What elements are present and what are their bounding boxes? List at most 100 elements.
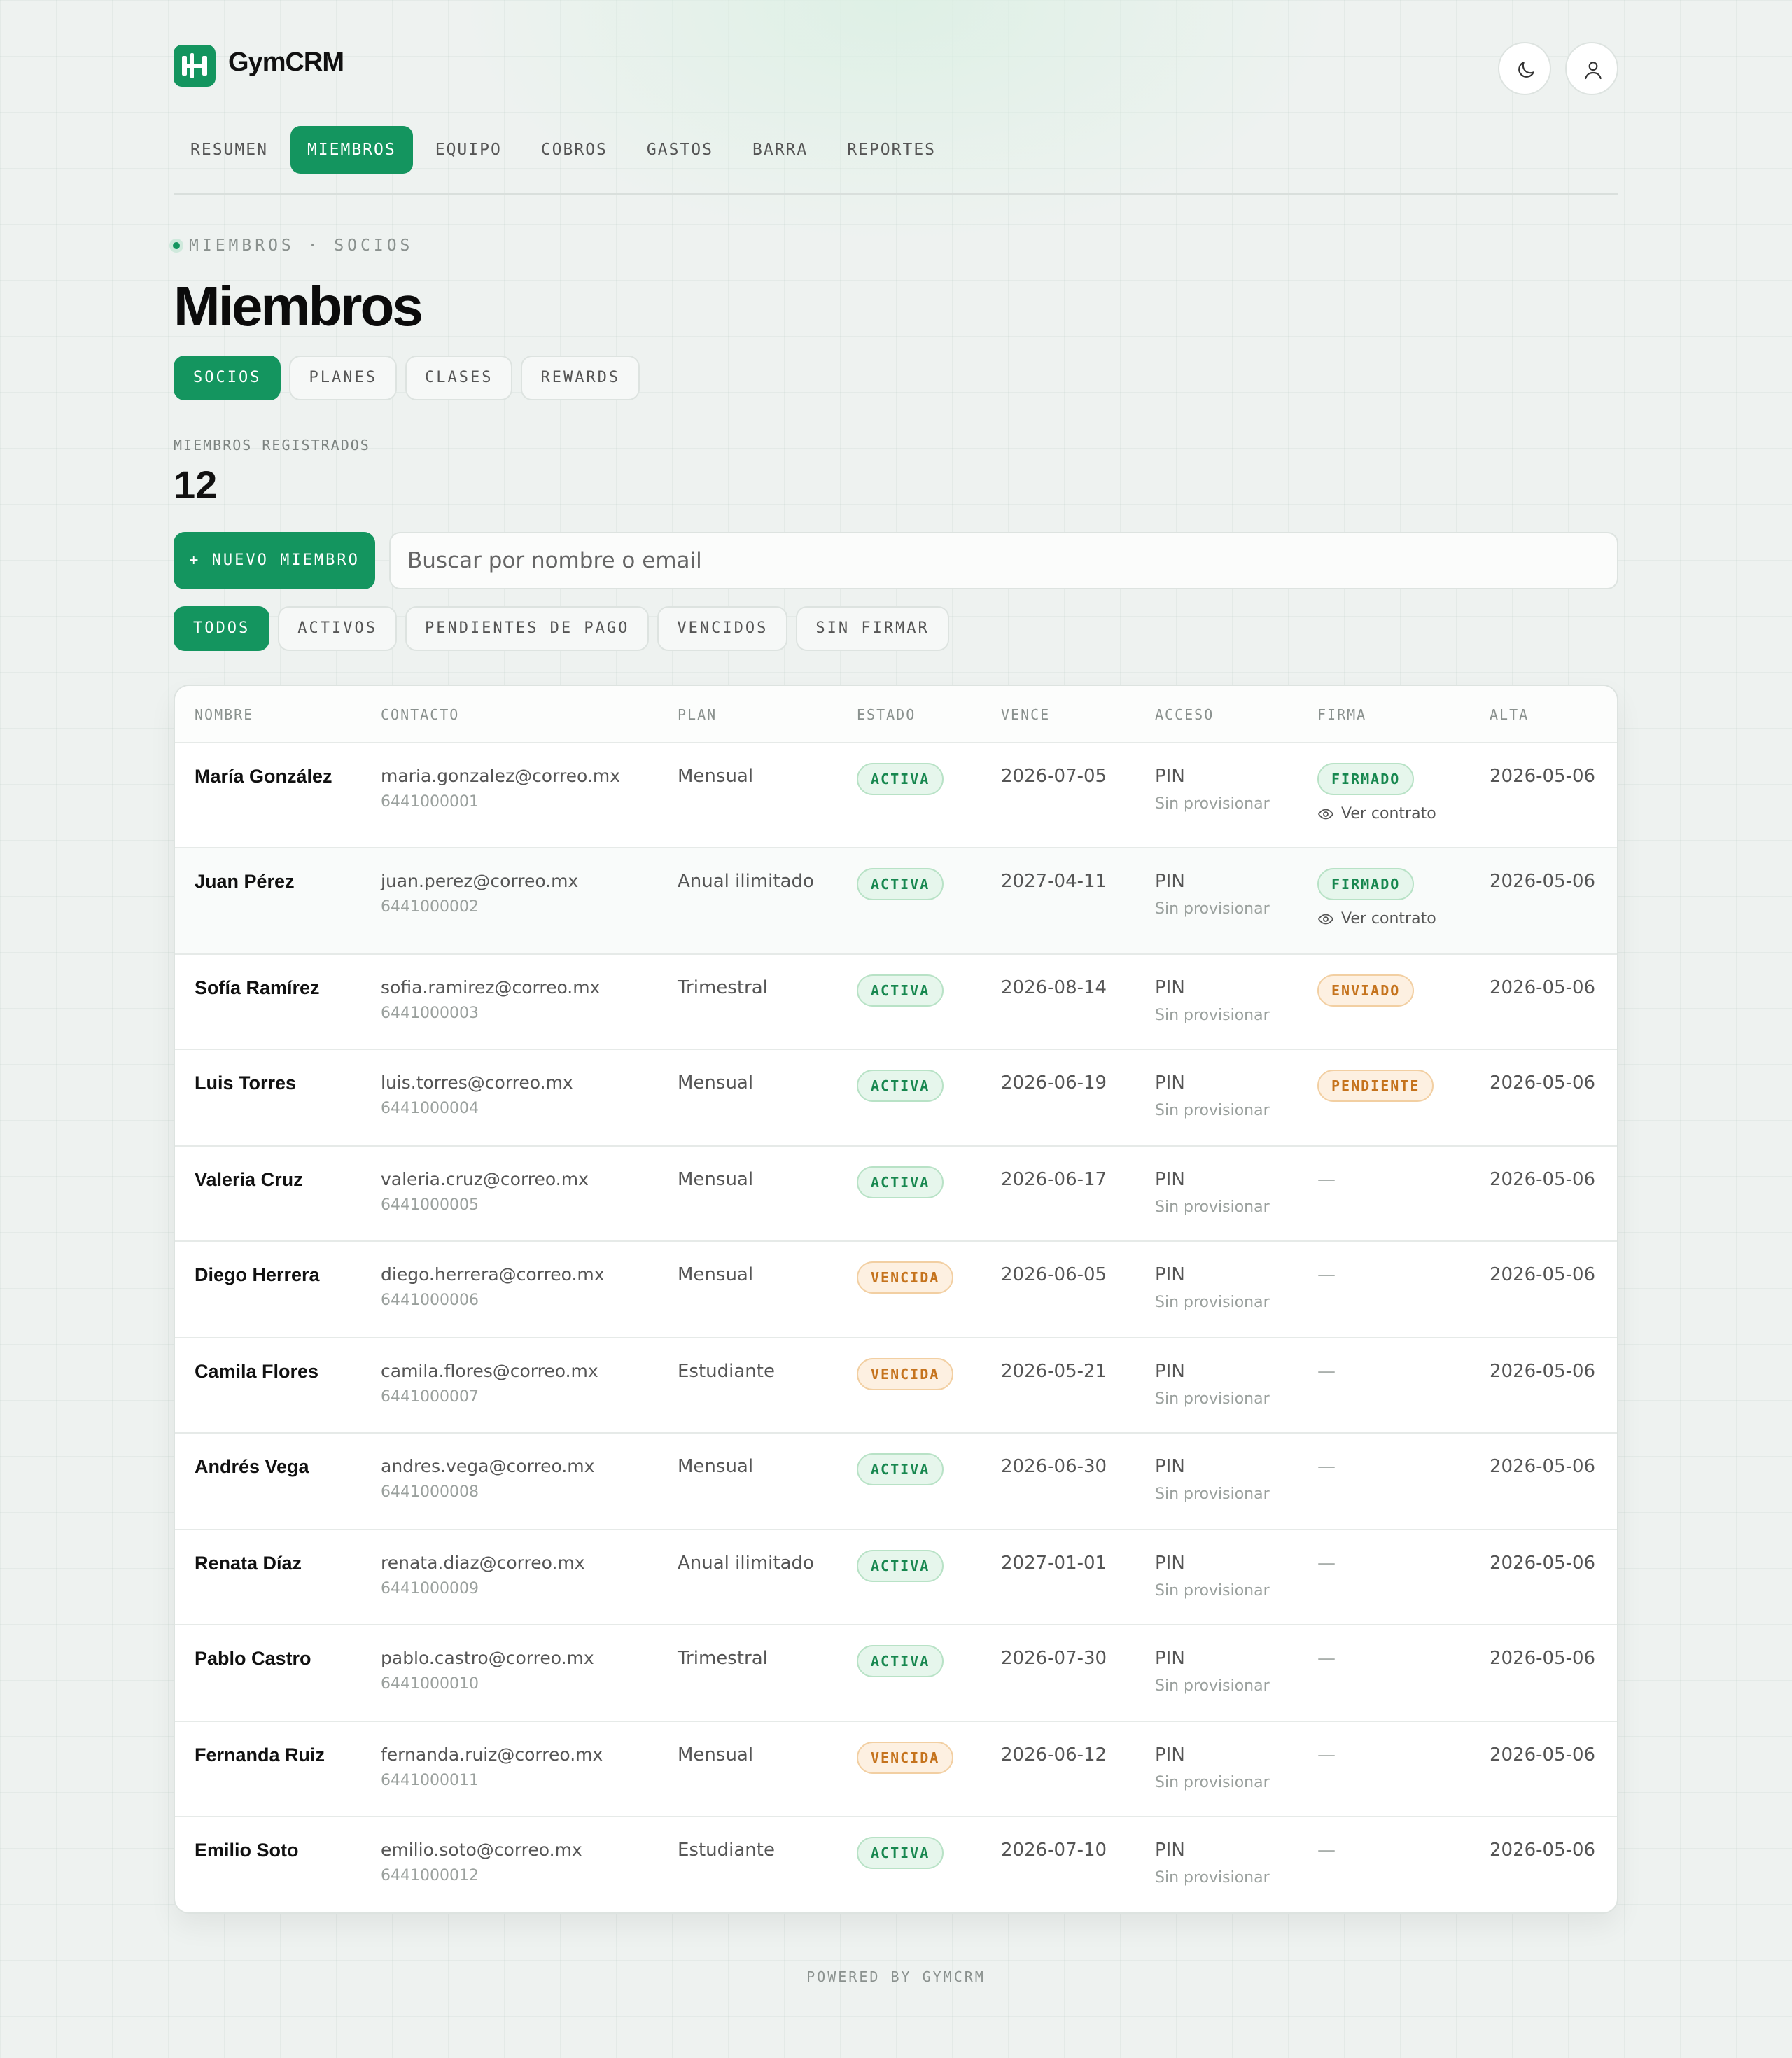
access-type: PIN xyxy=(1155,766,1185,787)
column-header-vence[interactable]: VENCE xyxy=(1001,686,1050,743)
breadcrumb-text: MIEMBROS · SOCIOS xyxy=(189,237,414,255)
table-row[interactable]: Juan Pérez juan.perez@correo.mx 6441000002… xyxy=(175,848,1617,955)
member-phone: 6441000012 xyxy=(381,1867,479,1884)
signature-empty: — xyxy=(1317,1169,1336,1190)
table-row[interactable]: Diego Herrera diego.herrera@correo.mx 6441… xyxy=(175,1242,1617,1338)
view-contract-link[interactable]: Ver contrato xyxy=(1317,910,1436,927)
member-email[interactable]: fernanda.ruiz@correo.mx xyxy=(381,1744,603,1765)
member-plan: Mensual xyxy=(678,1169,754,1190)
column-header-firma[interactable]: FIRMA xyxy=(1317,686,1366,743)
member-name[interactable]: Camila Flores xyxy=(195,1361,318,1382)
nav-tab-cobros[interactable]: COBROS xyxy=(524,126,624,174)
member-phone: 6441000003 xyxy=(381,1004,479,1022)
access-status: Sin provisionar xyxy=(1155,1198,1270,1216)
member-name[interactable]: Pablo Castro xyxy=(195,1648,312,1670)
table-row[interactable]: Pablo Castro pablo.castro@correo.mx 644100… xyxy=(175,1625,1617,1722)
table-row[interactable]: Valeria Cruz valeria.cruz@correo.mx 644100… xyxy=(175,1147,1617,1242)
filter-activos[interactable]: ACTIVOS xyxy=(278,606,397,651)
status-badge: ACTIVA xyxy=(857,1070,944,1102)
member-expires: 2026-06-12 xyxy=(1001,1744,1107,1765)
filter-pendientes-de-pago[interactable]: PENDIENTES DE PAGO xyxy=(405,606,650,651)
member-phone: 6441000008 xyxy=(381,1483,479,1501)
member-name[interactable]: Andrés Vega xyxy=(195,1456,309,1478)
column-header-alta[interactable]: ALTA xyxy=(1490,686,1529,743)
member-joined: 2026-05-06 xyxy=(1490,1361,1596,1382)
footer: POWERED BY GYMCRM xyxy=(806,1968,986,1985)
nav-tab-gastos[interactable]: GASTOS xyxy=(630,126,730,174)
member-email[interactable]: juan.perez@correo.mx xyxy=(381,871,578,891)
member-name[interactable]: María González xyxy=(195,766,332,788)
member-signature: FIRMADO Ver contrato xyxy=(1317,763,1436,822)
member-name[interactable]: Renata Díaz xyxy=(195,1553,302,1574)
member-status: ACTIVA xyxy=(857,1550,944,1582)
member-email[interactable]: maria.gonzalez@correo.mx xyxy=(381,766,620,786)
access-type: PIN xyxy=(1155,871,1185,892)
view-contract-label: Ver contrato xyxy=(1341,805,1436,822)
member-contact: sofia.ramirez@correo.mx 6441000003 xyxy=(381,977,600,1022)
member-joined: 2026-05-06 xyxy=(1490,1169,1596,1190)
member-contact: andres.vega@correo.mx 6441000008 xyxy=(381,1456,594,1501)
nav-tab-barra[interactable]: BARRA xyxy=(736,126,825,174)
member-email[interactable]: diego.herrera@correo.mx xyxy=(381,1264,605,1284)
subtab-clases[interactable]: CLASES xyxy=(405,356,513,400)
member-name[interactable]: Fernanda Ruiz xyxy=(195,1744,325,1766)
theme-toggle-button[interactable] xyxy=(1498,42,1551,95)
member-email[interactable]: renata.diaz@correo.mx xyxy=(381,1553,585,1573)
member-name[interactable]: Diego Herrera xyxy=(195,1264,320,1286)
column-header-acceso[interactable]: ACCESO xyxy=(1155,686,1214,743)
nav-tab-resumen[interactable]: RESUMEN xyxy=(174,126,285,174)
member-email[interactable]: pablo.castro@correo.mx xyxy=(381,1648,594,1668)
table-row[interactable]: Camila Flores camila.flores@correo.mx 6441… xyxy=(175,1338,1617,1434)
member-name[interactable]: Emilio Soto xyxy=(195,1840,299,1861)
member-plan: Mensual xyxy=(678,1264,754,1285)
member-name[interactable]: Luis Torres xyxy=(195,1072,296,1094)
dumbbell-icon[interactable] xyxy=(174,45,216,87)
nav-tab-equipo[interactable]: EQUIPO xyxy=(419,126,519,174)
view-contract-label: Ver contrato xyxy=(1341,910,1436,927)
filter-vencidos[interactable]: VENCIDOS xyxy=(657,606,788,651)
member-expires: 2026-06-05 xyxy=(1001,1264,1107,1285)
member-contact: juan.perez@correo.mx 6441000002 xyxy=(381,871,578,916)
member-email[interactable]: emilio.soto@correo.mx xyxy=(381,1840,582,1860)
member-contact: fernanda.ruiz@correo.mx 6441000011 xyxy=(381,1744,603,1789)
member-signature: FIRMADO Ver contrato xyxy=(1317,868,1436,927)
member-name[interactable]: Sofía Ramírez xyxy=(195,977,320,999)
user-menu-button[interactable] xyxy=(1565,42,1618,95)
member-signature: — xyxy=(1317,1456,1336,1477)
member-joined: 2026-05-06 xyxy=(1490,1840,1596,1861)
member-email[interactable]: camila.flores@correo.mx xyxy=(381,1361,598,1381)
column-header-nombre[interactable]: NOMBRE xyxy=(195,686,253,743)
member-signature: — xyxy=(1317,1361,1336,1382)
table-row[interactable]: Emilio Soto emilio.soto@correo.mx 64410000… xyxy=(175,1817,1617,1912)
member-plan: Estudiante xyxy=(678,1361,775,1382)
nav-tab-miembros[interactable]: MIEMBROS xyxy=(290,126,413,174)
member-name[interactable]: Juan Pérez xyxy=(195,871,295,892)
signature-empty: — xyxy=(1317,1553,1336,1574)
subtab-socios[interactable]: SOCIOS xyxy=(174,356,281,400)
column-header-plan[interactable]: PLAN xyxy=(678,686,717,743)
table-row[interactable]: Andrés Vega andres.vega@correo.mx 64410000… xyxy=(175,1434,1617,1530)
member-name[interactable]: Valeria Cruz xyxy=(195,1169,303,1191)
member-email[interactable]: andres.vega@correo.mx xyxy=(381,1456,594,1476)
member-email[interactable]: sofia.ramirez@correo.mx xyxy=(381,977,600,997)
table-row[interactable]: Sofía Ramírez sofia.ramirez@correo.mx 6441… xyxy=(175,955,1617,1050)
filter-todos[interactable]: TODOS xyxy=(174,606,270,651)
subtab-planes[interactable]: PLANES xyxy=(289,356,397,400)
filter-sin-firmar[interactable]: SIN FIRMAR xyxy=(796,606,949,651)
member-email[interactable]: luis.torres@correo.mx xyxy=(381,1072,573,1093)
user-icon xyxy=(1585,62,1602,80)
table-row[interactable]: Renata Díaz renata.diaz@correo.mx 64410000… xyxy=(175,1530,1617,1625)
member-signature: — xyxy=(1317,1744,1336,1765)
new-member-button[interactable]: + NUEVO MIEMBRO xyxy=(174,532,375,589)
view-contract-link[interactable]: Ver contrato xyxy=(1317,805,1436,822)
member-email[interactable]: valeria.cruz@correo.mx xyxy=(381,1169,589,1189)
access-status: Sin provisionar xyxy=(1155,1390,1270,1408)
table-row[interactable]: Luis Torres luis.torres@correo.mx 64410000… xyxy=(175,1050,1617,1147)
subtab-rewards[interactable]: REWARDS xyxy=(521,356,640,400)
table-row[interactable]: María González maria.gonzalez@correo.mx 64… xyxy=(175,743,1617,848)
nav-tab-reportes[interactable]: REPORTES xyxy=(830,126,953,174)
column-header-contacto[interactable]: CONTACTO xyxy=(381,686,459,743)
search-input[interactable] xyxy=(389,532,1618,589)
column-header-estado[interactable]: ESTADO xyxy=(857,686,916,743)
table-row[interactable]: Fernanda Ruiz fernanda.ruiz@correo.mx 6441… xyxy=(175,1722,1617,1817)
